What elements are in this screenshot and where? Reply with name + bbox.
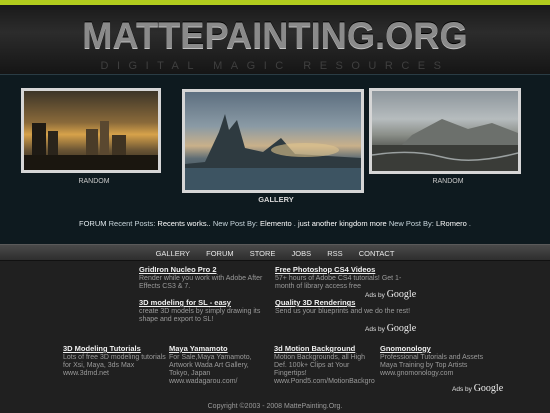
- ad-title[interactable]: Free Photoshop CS4 Videos: [275, 265, 415, 275]
- nav-rss[interactable]: RSS: [327, 249, 342, 258]
- google-logo: Google: [386, 323, 417, 334]
- nav-jobs[interactable]: JOBS: [292, 249, 312, 258]
- ad-block: Gnomonology Professional Tutorials and A…: [380, 344, 484, 378]
- gallery-label[interactable]: GALLERY: [182, 195, 370, 204]
- copyright: Copyright ©2003 - 2008 MattePainting.Org…: [207, 403, 343, 410]
- ad-block: 3D modeling for SL - easy create 3D mode…: [139, 298, 269, 324]
- gallery-thumbnail[interactable]: [182, 89, 364, 193]
- ad-description: create 3D models by simply drawing its s…: [139, 308, 261, 323]
- post-link[interactable]: just another kingdom more: [298, 219, 387, 228]
- ad-title[interactable]: 3d Motion Background: [274, 344, 378, 354]
- forum-link[interactable]: FORUM: [79, 219, 107, 228]
- ad-url[interactable]: www.gnomonology.com: [380, 370, 484, 378]
- nav-gallery[interactable]: GALLERY: [156, 249, 190, 258]
- ad-description: Render while you work with Adobe After E…: [139, 275, 263, 290]
- ad-url[interactable]: www.3dmd.net: [63, 370, 167, 378]
- main-nav: GALLERY FORUM STORE JOBS RSS CONTACT: [0, 244, 550, 261]
- ad-url[interactable]: www.wadagarou.com/: [169, 378, 269, 386]
- ad-block: GridIron Nucleo Pro 2 Render while you w…: [139, 265, 269, 291]
- ad-url[interactable]: www.Pond5.com/MotionBackgro: [274, 378, 378, 386]
- ad-description: Professional Tutorials and Assets Maya T…: [380, 354, 484, 369]
- ad-description: Motion Backgrounds, all High Def. 100k+ …: [274, 354, 366, 377]
- nav-contact[interactable]: CONTACT: [359, 249, 395, 258]
- ad-block: Maya Yamamoto For Sale,Maya Yamamoto, Ar…: [169, 344, 269, 386]
- random-thumbnail-right[interactable]: [369, 88, 521, 174]
- ads-by-text: Ads by: [452, 386, 472, 393]
- ground: [24, 155, 158, 170]
- ad-block: Free Photoshop CS4 Videos 57+ hours of A…: [275, 265, 415, 291]
- ad-title[interactable]: 3D Modeling Tutorials: [63, 344, 167, 354]
- post-by-label: New Post By:: [388, 219, 434, 228]
- sea: [185, 168, 361, 190]
- ad-title[interactable]: 3D modeling for SL - easy: [139, 298, 269, 308]
- site-logo[interactable]: MATTEPAINTING.ORG: [6, 15, 545, 57]
- ads-by-text: Ads by: [365, 326, 385, 333]
- forum-recent-posts: FORUM Recent Posts: Recents works.. New …: [79, 219, 471, 228]
- post-by-label: New Post By:: [212, 219, 258, 228]
- random-label-right[interactable]: RANDOM: [369, 178, 527, 185]
- ad-title[interactable]: Quality 3D Renderings: [275, 298, 415, 308]
- random-label-left[interactable]: RANDOM: [21, 178, 167, 185]
- ad-title[interactable]: Maya Yamamoto: [169, 344, 269, 354]
- post-author[interactable]: LRomero: [436, 219, 467, 228]
- nav-forum[interactable]: FORUM: [206, 249, 234, 258]
- post-link[interactable]: Recents works..: [157, 219, 210, 228]
- ads-by-google[interactable]: Ads by Google: [452, 383, 503, 394]
- ads-by-google[interactable]: Ads by Google: [365, 323, 416, 334]
- ad-title[interactable]: Gnomonology: [380, 344, 484, 354]
- ad-description: For Sale,Maya Yamamoto, Artwork Wada Art…: [169, 354, 252, 377]
- sun-glow: [271, 143, 339, 157]
- random-thumbnail-left[interactable]: [21, 88, 161, 173]
- nav-store[interactable]: STORE: [250, 249, 276, 258]
- recent-posts-label: Recent Posts:: [108, 219, 156, 228]
- ad-title[interactable]: GridIron Nucleo Pro 2: [139, 265, 269, 275]
- ad-block: Quality 3D Renderings Send us your bluep…: [275, 298, 415, 316]
- ad-description: Send us your blueprints and we do the re…: [275, 308, 411, 315]
- site-header: MATTEPAINTING.ORG DIGITAL MAGIC RESOURCE…: [0, 5, 550, 74]
- site-tagline: DIGITAL MAGIC RESOURCES: [100, 60, 450, 72]
- ad-description: Lots of free 3D modeling tutorials for X…: [63, 354, 166, 369]
- google-logo: Google: [473, 383, 504, 394]
- mountain: [402, 119, 518, 145]
- ad-block: 3d Motion Background Motion Backgrounds,…: [274, 344, 378, 386]
- ad-block: 3D Modeling Tutorials Lots of free 3D mo…: [63, 344, 167, 378]
- post-author[interactable]: Elemento: [260, 219, 292, 228]
